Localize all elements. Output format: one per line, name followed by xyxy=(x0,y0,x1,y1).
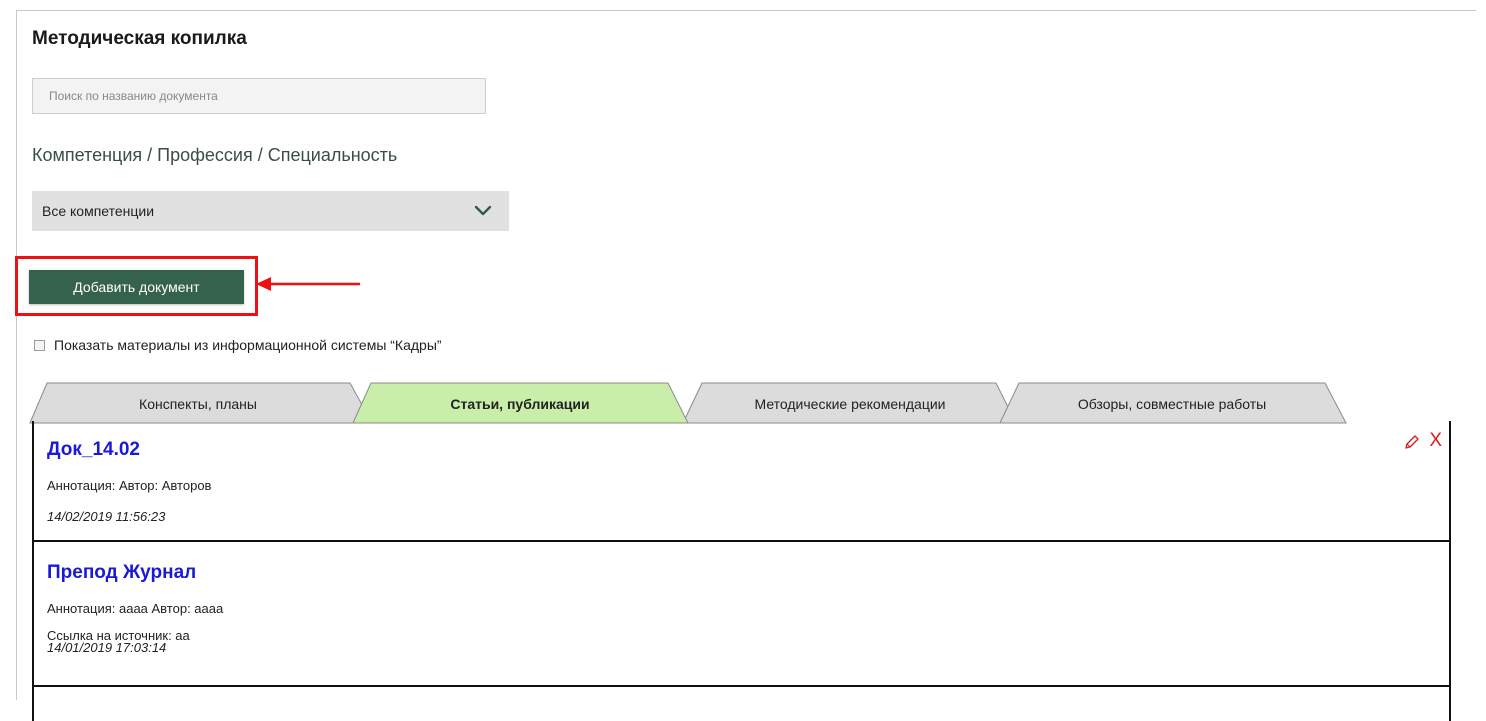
tab-bar: Конспекты, планы Статьи, публикации Мето… xyxy=(0,380,1486,424)
kadry-checkbox-row[interactable]: Показать материалы из информационной сис… xyxy=(34,337,442,353)
tab-obzory[interactable]: Обзоры, совместные работы xyxy=(1019,396,1325,412)
competence-select[interactable]: Все компетенции xyxy=(32,191,509,231)
document-date: 14/02/2019 11:56:23 xyxy=(47,509,166,524)
add-document-button[interactable]: Добавить документ xyxy=(29,270,244,304)
document-annotation: Аннотация: аааа Автор: аааа xyxy=(47,601,224,616)
document-list: Док_14.02 Аннотация: Автор: Авторов 14/0… xyxy=(32,421,1451,721)
filter-label: Компетенция / Профессия / Специальность xyxy=(32,145,398,165)
kadry-checkbox-label: Показать материалы из информационной сис… xyxy=(54,337,442,353)
page-title: Методическая копилка xyxy=(32,28,247,49)
document-item: Препод Журнал Аннотация: аааа Автор: ааа… xyxy=(34,542,1449,687)
annotation-arrow-icon xyxy=(256,277,360,291)
chevron-down-icon[interactable] xyxy=(463,191,503,231)
tab-stati[interactable]: Статьи, публикации xyxy=(372,396,668,412)
competence-select-value: Все компетенции xyxy=(42,203,155,219)
document-annotation: Аннотация: Автор: Авторов xyxy=(47,478,212,493)
tab-konspekty[interactable]: Конспекты, планы xyxy=(48,396,348,412)
close-icon[interactable]: X xyxy=(1429,430,1442,452)
search-input[interactable] xyxy=(32,78,486,114)
document-date: 14/01/2019 17:03:14 xyxy=(47,640,167,655)
document-title[interactable]: Препод Журнал xyxy=(47,562,196,584)
kadry-checkbox[interactable] xyxy=(34,339,45,351)
pencil-icon[interactable] xyxy=(1404,434,1420,455)
document-title[interactable]: Док_14.02 xyxy=(47,439,140,461)
tab-metodicheskie[interactable]: Методические рекомендации xyxy=(702,396,998,412)
document-item: Док_14.02 Аннотация: Автор: Авторов 14/0… xyxy=(34,421,1449,542)
